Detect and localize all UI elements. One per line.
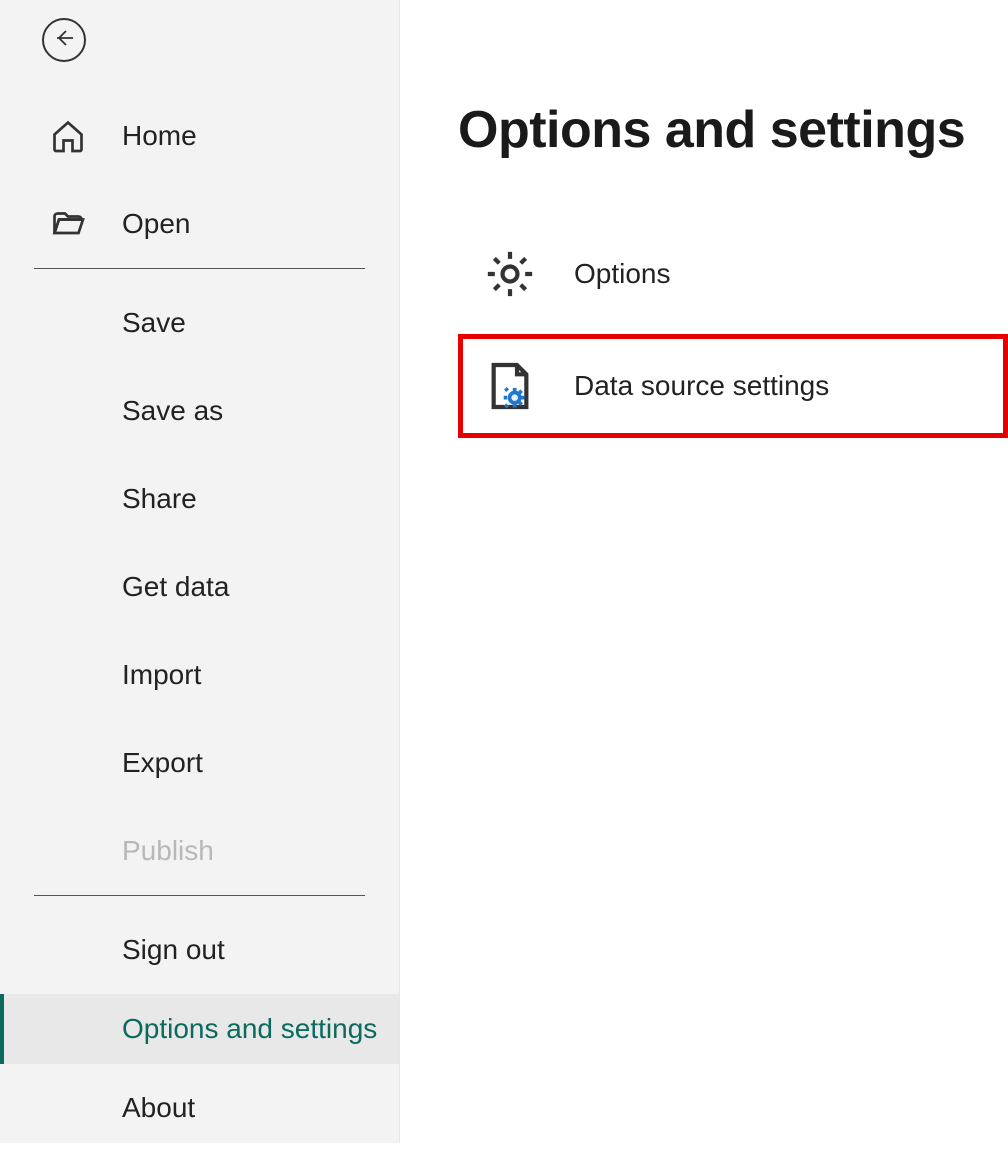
sidebar-item-label: Save	[122, 307, 399, 339]
divider	[34, 895, 365, 896]
sidebar-item-sign-out[interactable]: Sign out	[0, 906, 399, 994]
data-source-icon	[482, 358, 538, 414]
option-label: Data source settings	[574, 370, 829, 402]
option-data-source-settings[interactable]: Data source settings	[458, 334, 1008, 438]
sidebar-item-save[interactable]: Save	[0, 279, 399, 367]
sidebar-item-about[interactable]: About	[0, 1064, 399, 1152]
main-content: Options and settings Options Data source…	[400, 0, 1008, 1143]
sidebar-item-label: Share	[122, 483, 399, 515]
folder-open-icon	[50, 206, 86, 242]
sidebar-item-label: Get data	[122, 571, 399, 603]
gear-icon	[482, 246, 538, 302]
sidebar-item-publish: Publish	[0, 807, 399, 895]
sidebar-item-label: Import	[122, 659, 399, 691]
sidebar-item-label: Save as	[122, 395, 399, 427]
sidebar-item-get-data[interactable]: Get data	[0, 543, 399, 631]
home-icon	[50, 118, 86, 154]
sidebar: Home Open Save Save as Share Get data Im…	[0, 0, 400, 1143]
sidebar-item-share[interactable]: Share	[0, 455, 399, 543]
sidebar-item-label: Export	[122, 747, 399, 779]
sidebar-item-options-and-settings[interactable]: Options and settings	[0, 994, 399, 1064]
divider	[34, 268, 365, 269]
sidebar-item-label: Sign out	[122, 934, 399, 966]
sidebar-item-label: Home	[122, 120, 399, 152]
back-button[interactable]	[42, 18, 86, 62]
sidebar-item-home[interactable]: Home	[0, 92, 399, 180]
page-title: Options and settings	[458, 100, 1008, 160]
sidebar-item-import[interactable]: Import	[0, 631, 399, 719]
arrow-left-icon	[52, 26, 76, 55]
sidebar-item-label: Publish	[122, 835, 399, 867]
sidebar-item-export[interactable]: Export	[0, 719, 399, 807]
sidebar-item-label: About	[122, 1092, 399, 1124]
sidebar-item-open[interactable]: Open	[0, 180, 399, 268]
sidebar-item-label: Options and settings	[122, 1010, 399, 1048]
option-options[interactable]: Options	[458, 222, 1008, 326]
sidebar-item-label: Open	[122, 208, 399, 240]
option-label: Options	[574, 258, 671, 290]
sidebar-item-save-as[interactable]: Save as	[0, 367, 399, 455]
